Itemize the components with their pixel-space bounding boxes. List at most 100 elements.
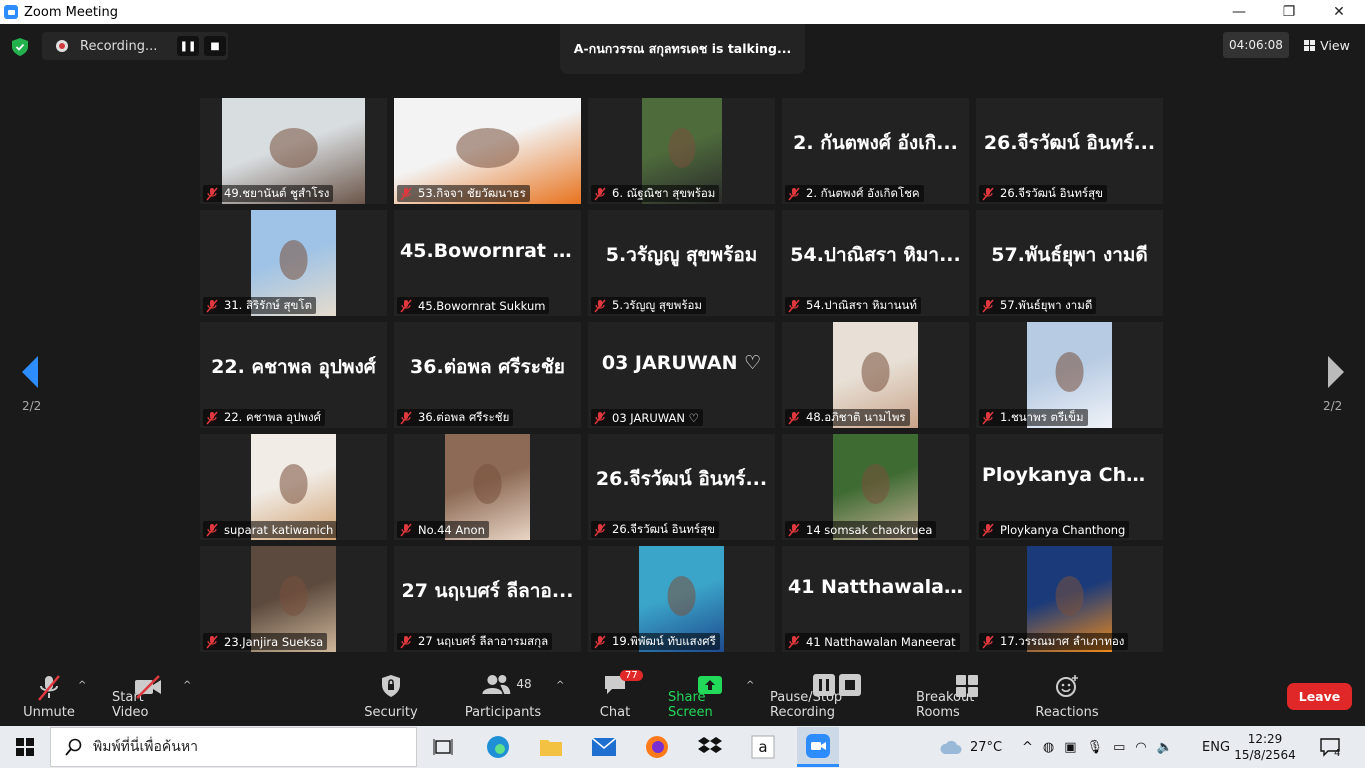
notification-center-button[interactable]: 4 [1320,726,1340,768]
amazon-icon[interactable]: a [747,731,779,763]
participant-tile[interactable]: 54.ปาณิสรา หิมา... 54.ปาณิสรา หิมานนท์ [782,210,969,316]
reactions-button[interactable]: Reactions [1035,668,1099,726]
participant-tile[interactable]: 26.จีรวัฒน์ อินทร์... 26.จีรวัฒน์ อินทร์ส… [588,434,775,540]
pause-recording-button[interactable]: ❚❚ [177,36,199,56]
participant-tile[interactable]: 1.ชนาพร ตรีเข็ม [976,322,1163,428]
security-label: Security [364,705,418,720]
muted-mic-icon [788,411,800,424]
next-page-arrow-icon[interactable] [1324,354,1346,390]
temperature: 27°C [970,739,1003,755]
participant-name-label: Ploykanya Chanthong [979,521,1130,538]
active-speaker-banner: A-กนกวรรณ สกุลทรเดช is talking... [560,24,805,74]
participant-name-label: 31. สิริรักษ์ สุขโต [203,297,317,314]
participant-tile[interactable]: 26.จีรวัฒน์ อินทร์... 26.จีรวัฒน์ อินทร์ส… [976,98,1163,204]
file-explorer-icon[interactable] [535,731,567,763]
muted-mic-icon [594,411,606,424]
clock-time: 12:29 [1247,732,1283,746]
grid-view-icon [1304,39,1316,51]
participant-display-name: 57.พันธ์ยุพา งามดี [991,244,1148,266]
participant-display-name: 26.จีรวัฒน์ อินทร์... [983,132,1156,154]
participant-name-text: 1.ชนาพร ตรีเข็ม [1000,409,1084,424]
participant-name-text: 26.จีรวัฒน์ อินทร์สุข [1000,185,1103,200]
weather-widget[interactable]: 27°C [940,726,1002,768]
show-hidden-icons-chevron-icon[interactable]: ^ [1022,740,1033,755]
network-globe-icon[interactable]: ◍ [1043,740,1054,755]
participant-name-text: 2. กันตพงศ์ อังเกิดโชค [806,185,920,200]
participant-tile[interactable]: 23.Janjira Sueksa [200,546,387,652]
view-button[interactable]: View [1298,32,1356,58]
participant-tile[interactable]: 53.กิจจา ชัยวัฒนาธร [394,98,581,204]
participant-tile[interactable]: 2. กันตพงศ์ อังเกิ... 2. กันตพงศ์ อังเกิด… [782,98,969,204]
stop-recording-button[interactable]: ■ [204,36,226,56]
mail-icon[interactable] [588,731,620,763]
participant-tile[interactable]: 03 JARUWAN ♡ 03 JARUWAN ♡ [588,322,775,428]
participant-tile[interactable]: 14 somsak chaokruea [782,434,969,540]
pause-stop-recording-button[interactable]: Pause/Stop Recording [770,668,904,726]
participant-tile[interactable]: suparat katiwanich [200,434,387,540]
participant-tile[interactable]: Ploykanya Chan... Ploykanya Chanthong [976,434,1163,540]
participant-tile[interactable]: 5.วรัญญู สุขพร้อม 5.วรัญญู สุขพร้อม [588,210,775,316]
participant-tile[interactable]: 49.ชยานันต์ ชูสำโรง [200,98,387,204]
participant-tile[interactable]: 48.อภิชาติ นามไพร [782,322,969,428]
participant-tile[interactable]: 19.พิพัฒน์ ทับแสงศรี [588,546,775,652]
participant-tile[interactable]: 31. สิริรักษ์ สุขโต [200,210,387,316]
participant-name-label: 23.Janjira Sueksa [203,633,328,650]
wifi-icon[interactable]: ◠ [1135,740,1146,755]
volume-icon[interactable]: 🔈 [1157,740,1173,755]
notification-count: 4 [1334,747,1341,759]
minimize-button[interactable]: — [1216,0,1262,24]
participant-tile[interactable]: 45.Bowornrat S... 45.Bowornrat Sukkum [394,210,581,316]
pause-icon [813,674,835,696]
chat-unread-badge: 77 [620,670,643,681]
participant-name-text: 31. สิริรักษ์ สุขโต [224,297,313,312]
muted-mic-icon [206,523,218,536]
muted-mic-icon [206,635,218,648]
security-button[interactable]: Security [360,668,422,726]
participant-display-name: 36.ต่อพล ศรีระชัย [410,356,565,378]
muted-mic-icon [400,523,412,536]
participant-tile[interactable]: 36.ต่อพล ศรีระชัย 36.ต่อพล ศรีระชัย [394,322,581,428]
participant-tile[interactable]: No.44 Anon [394,434,581,540]
input-language[interactable]: ENG [1202,726,1230,768]
dropbox-icon[interactable] [694,731,726,763]
unmute-button[interactable]: Unmute [18,668,80,726]
participants-caret-icon[interactable]: ^ [556,680,564,691]
firefox-icon[interactable] [641,731,673,763]
video-options-caret-icon[interactable]: ^ [183,680,191,691]
participant-tile[interactable]: 41 Natthawalan... 41 Natthawalan Maneerat [782,546,969,652]
taskbar-search-box[interactable]: พิมพ์ที่นี่เพื่อค้นหา [50,727,417,767]
leave-button[interactable]: Leave [1287,683,1352,710]
participant-name-label: 26.จีรวัฒน์ อินทร์สุข [591,521,719,538]
clock[interactable]: 12:29 15/8/2564 [1234,726,1296,768]
previous-page-arrow-icon[interactable] [20,354,42,390]
share-screen-button[interactable]: Share Screen [668,668,752,726]
microphone-tray-icon[interactable]: 🎙 [1087,740,1104,755]
participant-tile[interactable]: 27 นฤเบศร์ ลีลาอ... 27 นฤเบศร์ ลีลาอารมสก… [394,546,581,652]
share-options-caret-icon[interactable]: ^ [746,680,754,691]
muted-mic-icon [206,187,218,200]
participant-name-label: No.44 Anon [397,521,489,538]
participant-name-text: 23.Janjira Sueksa [224,634,324,649]
participant-tile[interactable]: 57.พันธ์ยุพา งามดี 57.พันธ์ยุพา งามดี [976,210,1163,316]
zoom-taskbar-icon[interactable] [797,727,839,767]
participant-tile[interactable]: 22. คชาพล อุปพงศ์ 22. คชาพล อุปพงศ์ [200,322,387,428]
participant-tile[interactable]: 17.วรรณมาศ ลำเภาทอง [976,546,1163,652]
chat-button[interactable]: 77 Chat [592,668,643,726]
start-video-button[interactable]: Start Video [112,668,184,726]
participant-tile[interactable]: 6. ณัฐณิชา สุขพร้อม [588,98,775,204]
encryption-shield-icon[interactable] [12,38,28,56]
audio-options-caret-icon[interactable]: ^ [78,680,86,691]
participant-name-text: 27 นฤเบศร์ ลีลาอารมสกุล [418,633,549,648]
unmute-label: Unmute [23,705,75,720]
close-button[interactable]: ✕ [1316,0,1362,24]
edge-browser-icon[interactable] [482,731,514,763]
restore-button[interactable]: ❐ [1266,0,1312,24]
start-button[interactable] [0,726,50,768]
participant-name-label: 2. กันตพงศ์ อังเกิดโชค [785,185,924,202]
participant-name-text: 17.วรรณมาศ ลำเภาทอง [1000,633,1125,648]
participants-button[interactable]: 48 Participants [463,668,543,726]
meet-now-icon[interactable]: ▣ [1064,740,1076,755]
breakout-rooms-button[interactable]: Breakout Rooms [916,668,1018,726]
battery-icon[interactable]: ▭ [1113,740,1125,755]
task-view-icon[interactable] [427,731,459,763]
